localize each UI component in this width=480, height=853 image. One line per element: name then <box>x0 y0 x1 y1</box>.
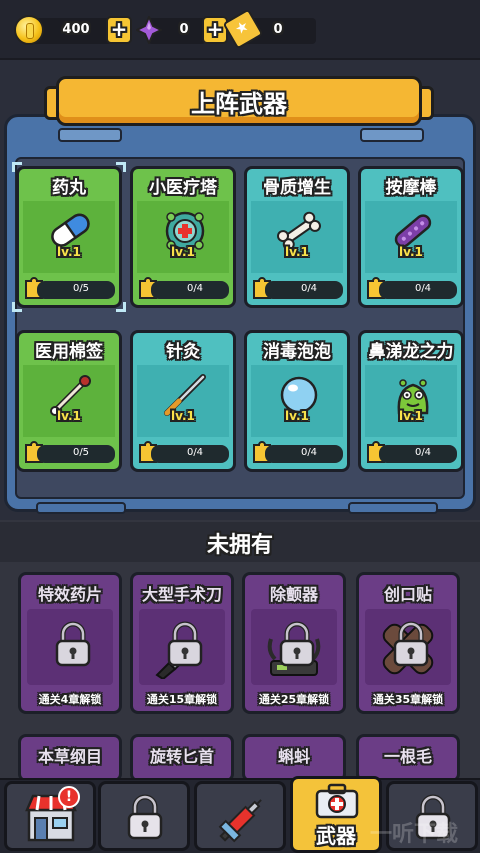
fragment-count: 0/4 <box>414 447 432 458</box>
locked-icon <box>127 794 163 840</box>
weapon-card-bone[interactable]: 骨质增生 lv.1 0/4 <box>244 166 350 308</box>
lock-icon <box>55 621 91 667</box>
currency-bar: 400 + 0 + 0 <box>0 0 480 60</box>
nav-locked-1[interactable] <box>98 781 190 851</box>
locked-weapon-name: 创口贴 <box>383 585 432 604</box>
weapon-level: lv.1 <box>57 245 81 259</box>
weapon-level: lv.1 <box>399 409 423 423</box>
locked-weapon-name: 本草纲目 <box>37 747 102 766</box>
weapon-level: lv.1 <box>171 245 195 259</box>
weapon-level: lv.1 <box>285 409 309 423</box>
weapon-card-pill[interactable]: 药丸 lv.1 0/5 <box>16 166 122 308</box>
locked-weapon-name: 旋转匕首 <box>149 747 214 766</box>
syringe-icon <box>218 799 262 843</box>
weapon-name: 小医疗塔 <box>149 178 217 198</box>
unlock-condition: 通关4章解锁 <box>38 693 102 706</box>
weapon-level: lv.1 <box>285 245 309 259</box>
weapon-name: 药丸 <box>52 178 86 198</box>
weapon-name: 按摩棒 <box>385 178 437 198</box>
weapon-card-snot-dragon[interactable]: 鼻涕龙之力 lv.1 0/4 <box>358 330 464 472</box>
locked-card-tadpole[interactable]: 蝌蚪 <box>242 734 346 782</box>
panel-foot-left <box>36 502 126 514</box>
nav-shop[interactable] <box>4 781 96 851</box>
not-owned-title: 未拥有 <box>206 533 273 558</box>
unlock-condition: 通关25章解锁 <box>258 693 330 706</box>
locked-card-herbal[interactable]: 本草纲目 <box>18 734 122 782</box>
weapon-card-disinfect-bubble[interactable]: 消毒泡泡 lv.1 0/4 <box>244 330 350 472</box>
fragment-count: 0/4 <box>300 447 318 458</box>
lock-icon <box>393 621 429 667</box>
selection-corner <box>116 302 126 312</box>
weapons-case-icon <box>315 783 359 819</box>
coin-icon <box>14 15 44 45</box>
nav-syringe[interactable] <box>194 781 286 851</box>
selection-corner <box>116 162 126 172</box>
locked-card-defibrillator[interactable]: 除颤器 通关25章解锁 <box>242 572 346 714</box>
nav-weapons-label: 武器 <box>316 824 356 848</box>
weapon-name: 消毒泡泡 <box>263 342 331 362</box>
lock-icon <box>279 621 315 667</box>
add-coins-button[interactable]: + <box>106 16 132 44</box>
weapon-name: 针灸 <box>166 342 200 362</box>
weapon-card-massage-stick[interactable]: 按摩棒 lv.1 0/4 <box>358 166 464 308</box>
fragment-count: 0/5 <box>72 447 90 458</box>
weapon-name: 鼻涕龙之力 <box>368 342 454 362</box>
weapon-name: 骨质增生 <box>263 178 331 198</box>
weapon-level: lv.1 <box>399 245 423 259</box>
unlock-condition: 通关15章解锁 <box>146 693 218 706</box>
weapon-card-medical-tower[interactable]: 小医疗塔 lv.1 0/4 <box>130 166 236 308</box>
weapon-level: lv.1 <box>171 409 195 423</box>
locked-weapon-name: 除颤器 <box>269 585 318 604</box>
weapon-card-cotton-swab[interactable]: 医用棉签 lv.1 0/5 <box>16 330 122 472</box>
equipped-title: 上阵武器 <box>191 90 287 118</box>
panel-notch-left <box>58 128 122 142</box>
notification-badge: ! <box>58 786 80 808</box>
locked-card-scalpel[interactable]: 大型手术刀 通关15章解锁 <box>130 572 234 714</box>
lock-icon <box>167 621 203 667</box>
unlock-condition: 通关35章解锁 <box>372 693 444 706</box>
panel-notch-right <box>360 128 424 142</box>
locked-weapon-name: 特效药片 <box>37 585 102 604</box>
add-gems-button[interactable]: + <box>202 16 228 44</box>
locked-weapon-name: 蝌蚪 <box>277 747 310 766</box>
locked-weapon-name: 大型手术刀 <box>141 585 222 604</box>
weapon-level: lv.1 <box>57 409 81 423</box>
panel-foot-right <box>348 502 438 514</box>
selection-corner <box>12 162 22 172</box>
weapon-card-acupuncture[interactable]: 针灸 lv.1 0/4 <box>130 330 236 472</box>
fragment-count: 0/4 <box>186 283 204 294</box>
fragment-count: 0/4 <box>300 283 318 294</box>
locked-card-spinning-dagger[interactable]: 旋转匕首 <box>130 734 234 782</box>
watermark: 一听下载 <box>370 822 459 847</box>
locked-card-one-hair[interactable]: 一根毛 <box>356 734 460 782</box>
locked-weapon-name: 一根毛 <box>383 747 432 766</box>
locked-card-effect-pill[interactable]: 特效药片 通关4章解锁 <box>18 572 122 714</box>
gem-icon <box>136 16 162 44</box>
fragment-count: 0/5 <box>72 283 90 294</box>
coin-amount: 400 <box>62 22 90 37</box>
fragment-count: 0/4 <box>186 447 204 458</box>
locked-card-bandage[interactable]: 创口贴 通关35章解锁 <box>356 572 460 714</box>
weapon-name: 医用棉签 <box>35 342 103 362</box>
fragment-count: 0/4 <box>414 283 432 294</box>
selection-corner <box>12 302 22 312</box>
